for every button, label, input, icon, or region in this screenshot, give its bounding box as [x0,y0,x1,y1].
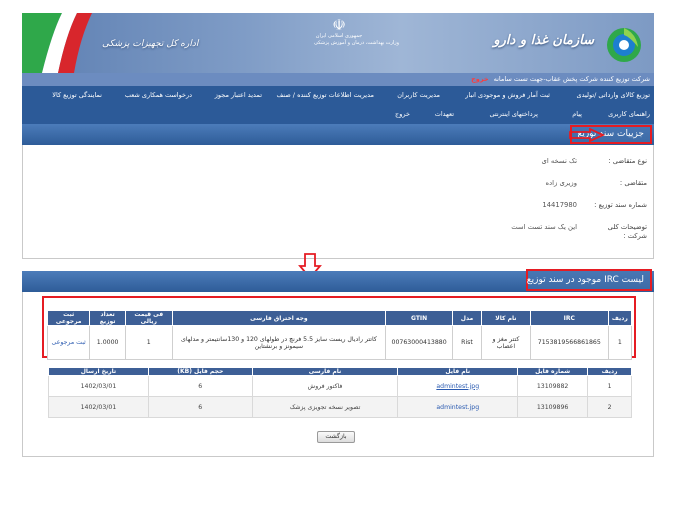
col-row: ردیف [607,310,633,326]
nav-sales-inventory[interactable]: ثبت آمار فروش و موجودی انبار [465,86,550,105]
file-download-link[interactable]: admintest.jpg [397,396,519,418]
table-row: 1 13109882 admintest.jpg فاکتور فروش 6 1… [48,375,632,397]
col-gtin: GTIN [385,310,454,326]
emblem: ☫ جمهوری اسلامی ایران وزارت بهداشت، درما… [314,16,400,47]
cell-product-name: کتتر مغز و اعصاب [480,325,531,360]
irc-table-header: ردیف IRC نام کالا مدل GTIN وجه اختراق فا… [46,310,633,326]
cell-irc: 7153819566861865 [529,325,609,360]
col-file-size: حجم فایل (KB) [147,367,253,376]
detail-row: توضیحات کلی شرکت : این یک سند تست است [23,223,655,243]
nav-distributor-info[interactable]: مدیریت اطلاعات توزیع کننده / صنف [277,86,374,105]
cell-file-size: 6 [147,396,253,418]
cell-file-size: 6 [147,375,253,397]
nav-row-1: توزیع کالای وارداتی /تولیدی ثبت آمار فرو… [22,86,654,105]
emblem-icon: ☫ [332,16,346,34]
cell-unit-price: 1 [124,325,173,360]
nav-import-distribution[interactable]: توزیع کالای وارداتی /تولیدی [577,86,650,105]
nav-commitments[interactable]: تعهدات [435,105,454,124]
fda-logo-icon [607,28,641,62]
col-unit-price: فی قیمت ریالی [124,310,173,326]
col-row: ردیف [587,367,632,376]
files-table: ردیف شماره فایل نام فایل نام فارسی حجم ف… [48,367,632,418]
col-irc: IRC [529,310,609,326]
cell-send-date: 1402/03/01 [48,396,149,418]
logout-link[interactable]: خروج [471,75,488,83]
nav-license-renewal[interactable]: تمدید اعتبار مجوز [215,86,262,105]
cell-quantity: 1.0000 [89,325,126,360]
sub-org-title: اداره کل تجهیزات پزشکی [102,39,199,49]
detail-label: نوع متقاضی : [608,157,647,165]
main-nav: توزیع کالای وارداتی /تولیدی ثبت آمار فرو… [22,86,654,124]
emblem-line1: جمهوری اسلامی ایران [315,33,363,39]
company-label: شرکت توزیع کننده شرکت پخش عقاب-جهت تست س… [493,75,650,83]
nav-online-payments[interactable]: پرداختهای اینترنتی [489,105,538,124]
detail-value: 14417980 [542,201,577,209]
cell-row: 2 [587,396,632,418]
detail-label: شماره سند توزیع : [594,201,647,209]
nav-row-2: راهنمای کاربری پیام پرداختهای اینترنتی ت… [22,105,654,124]
nav-agency[interactable]: نمایندگی توزیع کالا [52,86,102,105]
org-title: سازمان غذا و دارو [493,33,594,48]
emblem-line2: وزارت بهداشت، درمان و آموزش پزشکی [314,40,400,46]
detail-row: شماره سند توزیع : 14417980 [23,201,655,211]
table-row: 1 7153819566861865 کتتر مغز و اعصاب Rist… [46,325,633,360]
detail-row: متقاضی : وزیری زاده [23,179,655,189]
detail-value: تک نسخه ای [541,157,578,165]
col-send-date: تاریخ ارسال [48,367,149,376]
irc-section-header: لیست IRC موجود در سند توزیع [22,269,654,292]
cell-persian-name: تصویر نسخه تجویزی پزشک [251,396,399,418]
cell-row: 1 [607,325,633,360]
col-file-number: شماره فایل [517,367,589,376]
cell-file-number: 13109896 [517,396,589,418]
nav-user-guide[interactable]: راهنمای کاربری [608,105,650,124]
cell-persian-desc: کاتتر رادیال ریست سایز 5.5 فرنچ در طولها… [171,325,387,360]
details-panel: نوع متقاضی : تک نسخه ای متقاضی : وزیری ز… [22,145,654,259]
col-model: مدل [452,310,482,326]
iran-flag-image [22,13,92,73]
col-return: ثبت مرجوعی [46,310,91,326]
irc-section-title: لیست IRC موجود در سند توزیع [526,269,652,291]
detail-label: متقاضی : [619,179,647,187]
detail-row: نوع متقاضی : تک نسخه ای [23,157,655,167]
nav-user-management[interactable]: مدیریت کاربران [397,86,440,105]
cell-model: Rist [452,325,482,360]
col-file-name: نام فایل [397,367,519,376]
col-product-name: نام کالا [480,310,531,326]
irc-table: ردیف IRC نام کالا مدل GTIN وجه اختراق فا… [46,310,633,360]
register-return-link[interactable]: ثبت مرجوعی [46,325,91,360]
col-persian-name: نام فارسی [251,367,399,376]
detail-value: این یک سند تست است [511,223,577,231]
details-section-header: جزییات سند توزیع [22,124,654,145]
col-persian-desc: وجه اختراق فارسی [171,310,387,326]
cell-send-date: 1402/03/01 [48,375,149,397]
col-quantity: تعداد توزیع [89,310,126,326]
header-banner: اداره کل تجهیزات پزشکی ☫ جمهوری اسلامی ا… [22,13,654,73]
table-row: 2 13109896 admintest.jpg تصویر نسخه تجوی… [48,396,632,418]
files-table-header: ردیف شماره فایل نام فایل نام فارسی حجم ف… [48,367,632,376]
nav-messages[interactable]: پیام [572,105,582,124]
nav-branch-cooperation[interactable]: درخواست همکاری شعب [125,86,192,105]
detail-value: وزیری زاده [545,179,577,187]
welcome-bar: شرکت توزیع کننده شرکت پخش عقاب-جهت تست س… [22,73,654,86]
arrow-right-icon [569,128,606,142]
nav-exit[interactable]: خروج [395,105,410,124]
cell-persian-name: فاکتور فروش [251,375,399,397]
file-download-link[interactable]: admintest.jpg [397,375,519,397]
detail-label: توضیحات کلی شرکت : [607,223,647,240]
cell-file-number: 13109882 [517,375,589,397]
cell-row: 1 [587,375,632,397]
back-button[interactable]: بازگشت [317,431,355,443]
cell-gtin: 00763000413880 [385,325,454,360]
